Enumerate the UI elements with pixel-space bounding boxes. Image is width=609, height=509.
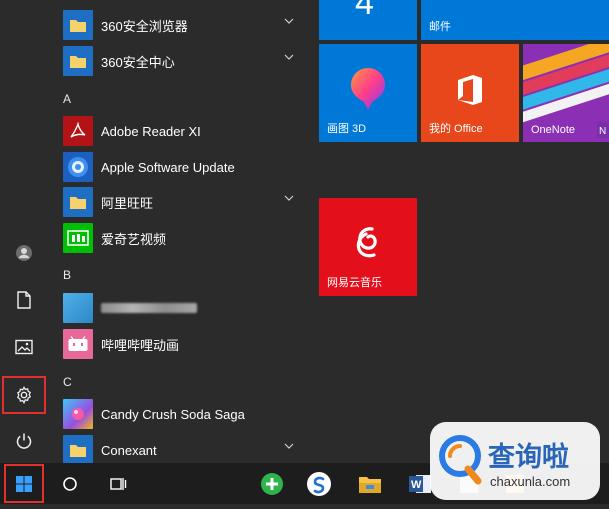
- watermark-logo: 查询啦 chaxunla.com: [430, 422, 600, 500]
- calendar-day-number: 4: [355, 0, 374, 22]
- list-item[interactable]: Apple Software Update: [58, 149, 308, 185]
- app-label: 哔哩哔哩动画: [101, 337, 180, 353]
- adobe-reader-icon: [63, 116, 93, 146]
- list-item[interactable]: 360安全中心: [58, 43, 308, 79]
- list-item[interactable]: Candy Crush Soda Saga: [58, 396, 308, 432]
- start-button[interactable]: [3, 463, 45, 504]
- user-account-button[interactable]: [4, 236, 44, 270]
- windows-start-icon: [16, 475, 32, 492]
- paint3d-icon: [351, 68, 385, 110]
- app-list: 360安全浏览器 360安全中心 Adobe Reader XI Apple S…: [58, 0, 308, 463]
- app-label: 阿里旺旺: [101, 195, 154, 211]
- watermark-title: 查询啦: [488, 441, 569, 473]
- chevron-down-icon[interactable]: [284, 195, 294, 201]
- sogou-icon: [307, 471, 331, 496]
- candy-crush-icon: [63, 399, 93, 429]
- user-icon: [16, 245, 32, 261]
- app-label: Apple Software Update: [101, 159, 235, 175]
- list-item[interactable]: Conexant: [58, 432, 308, 463]
- watermark-url: chaxunla.com: [490, 474, 570, 489]
- calendar-tile[interactable]: 4: [319, 0, 417, 40]
- svg-text:W: W: [411, 479, 422, 491]
- power-button[interactable]: [4, 424, 44, 458]
- svg-text:N: N: [599, 126, 606, 137]
- power-icon: [16, 433, 32, 449]
- chevron-down-icon[interactable]: [284, 18, 294, 24]
- start-left-rail: [0, 0, 50, 463]
- blurred-app-icon: [63, 293, 93, 323]
- tile-label: 画图 3D: [327, 123, 367, 135]
- section-letter[interactable]: A: [63, 92, 71, 106]
- app-label: Conexant: [101, 442, 157, 458]
- tile-label: 邮件: [429, 21, 451, 33]
- document-icon: [17, 291, 31, 309]
- mail-tile[interactable]: 邮件: [421, 0, 609, 40]
- blurred-app-label: [101, 303, 197, 313]
- folder-icon: [63, 187, 93, 217]
- list-item[interactable]: 哔哩哔哩动画: [58, 326, 308, 362]
- tile-label: OneNote: [531, 124, 576, 136]
- taskbar-app[interactable]: [253, 463, 291, 504]
- section-letter[interactable]: C: [63, 375, 72, 389]
- office-tile[interactable]: 我的 Office: [421, 44, 519, 142]
- app-label: Candy Crush Soda Saga: [101, 406, 245, 422]
- section-letter[interactable]: B: [63, 268, 71, 282]
- app-green-icon: [261, 472, 283, 495]
- settings-icon: [16, 386, 32, 404]
- app-label: Adobe Reader XI: [101, 123, 201, 139]
- pictures-button[interactable]: [4, 330, 44, 364]
- taskbar-app[interactable]: [299, 463, 339, 504]
- office-icon: [458, 75, 482, 105]
- app-label: 爱奇艺视频: [101, 231, 167, 247]
- word-icon: W: [409, 474, 431, 493]
- netease-music-tile[interactable]: 网易云音乐: [319, 198, 417, 296]
- tile-label: 我的 Office: [429, 123, 483, 135]
- folder-icon: [63, 10, 93, 40]
- iqiyi-icon: [63, 223, 93, 253]
- tile-label: 网易云音乐: [327, 277, 382, 289]
- documents-button[interactable]: [4, 283, 44, 317]
- list-item[interactable]: 360安全浏览器: [58, 7, 308, 43]
- list-item[interactable]: [58, 290, 308, 326]
- list-item[interactable]: Adobe Reader XI: [58, 113, 308, 149]
- task-view-button[interactable]: [98, 463, 138, 504]
- chevron-down-icon[interactable]: [284, 54, 294, 60]
- taskbar-app[interactable]: [350, 463, 390, 504]
- folder-icon: [63, 435, 93, 463]
- file-explorer-icon: [359, 476, 381, 493]
- list-item[interactable]: 阿里旺旺: [58, 184, 308, 220]
- settings-button[interactable]: [2, 376, 46, 414]
- watermark: 查询啦 chaxunla.com: [430, 420, 605, 504]
- apple-update-icon: [63, 152, 93, 182]
- bilibili-icon: [63, 329, 93, 359]
- search-circle-icon: [63, 476, 77, 491]
- app-label: 360安全浏览器: [101, 18, 188, 34]
- list-item[interactable]: 爱奇艺视频: [58, 220, 308, 256]
- search-button[interactable]: [50, 463, 90, 504]
- pictures-icon: [15, 339, 33, 355]
- netease-music-icon: [356, 227, 377, 258]
- chevron-down-icon[interactable]: [284, 443, 294, 449]
- paint3d-tile[interactable]: 画图 3D: [319, 44, 417, 142]
- task-view-icon: [110, 477, 127, 490]
- onenote-tile[interactable]: N OneNote: [523, 44, 609, 142]
- app-label: 360安全中心: [101, 54, 175, 70]
- folder-icon: [63, 46, 93, 76]
